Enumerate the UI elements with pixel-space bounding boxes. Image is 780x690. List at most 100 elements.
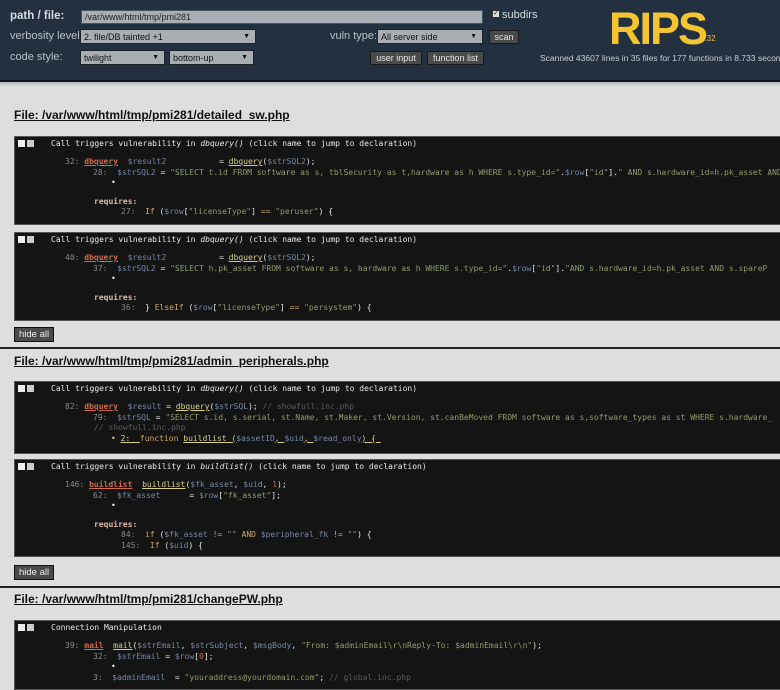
comment: // global.inc.php [329,672,411,682]
dropdown-arrow-icon: ▼ [470,33,477,40]
code-trace: 40: dbquery $result2 = dbquery ($strSQL2)… [15,253,767,314]
code-line: 28: $strSQL2 = "SELECT t.id FROM softwar… [15,168,780,179]
code-style-value: twilight [84,53,112,63]
file-icon[interactable] [18,385,25,392]
requires-label: requires: [94,292,138,302]
code-text: = [155,263,171,273]
function-call[interactable]: dbquery [229,253,263,262]
code-text: ]; [271,490,281,500]
keyword: If [149,540,160,550]
function-list-button[interactable]: function list [427,51,484,65]
function-call[interactable]: dbquery [176,402,210,411]
variable: $strSQL2 [267,157,306,166]
hide-all-button[interactable]: hide all [14,327,55,342]
line-number: 32: [93,651,118,661]
code-line: 39: mail mail($strEmail, $strSubject, $m… [15,641,542,652]
scan-button[interactable]: scan [489,30,519,44]
sink-link[interactable]: dbquery [84,253,118,262]
path-input[interactable]: /var/www/html/tmp/pmi281 [81,10,483,24]
code-text: = [160,490,199,500]
variable: $result2 [127,253,167,262]
string: "id" [589,167,609,177]
minimize-icon[interactable] [27,236,34,243]
line-number: 32: [65,157,85,166]
function-call[interactable]: buildlist [183,434,226,443]
code-trace: 146: buildlist buildlist($fk_asset, $uid… [15,480,372,551]
minimize-icon[interactable] [27,463,34,470]
sink-link[interactable]: mail [84,641,103,650]
minimize-icon[interactable] [27,140,34,147]
minimize-icon[interactable] [27,385,34,392]
code-text: = [150,412,166,422]
section-divider [0,586,780,588]
code-line: 32: $strEmail = $row[0]; [15,652,542,663]
code-text: ] [251,207,261,216]
variable: $row [565,167,585,177]
variable: $fk_asset [117,490,161,500]
keyword: AND [241,530,256,539]
sink-link[interactable]: dbquery [84,402,118,411]
variable: $uid [243,480,263,489]
hide-all-button[interactable]: hide all [14,565,55,580]
title-function[interactable]: buildlist() [200,462,253,471]
section-divider [0,347,780,349]
sink-link[interactable]: dbquery [84,157,118,166]
file-icon[interactable] [18,463,25,470]
file-icon[interactable] [18,140,25,147]
bullet-icon: • [111,178,116,187]
subdirs-checkbox[interactable]: ✓ [492,10,500,18]
user-input-button[interactable]: user input [370,51,422,65]
variable: $row [174,651,195,661]
variable: $uid [169,540,189,550]
file-heading[interactable]: File: /var/www/html/tmp/pmi281/detailed_… [14,108,290,122]
requires-label: requires: [94,519,138,529]
rips-logo: RIPS [609,3,708,54]
file-heading[interactable]: File: /var/www/html/tmp/pmi281/changePW.… [14,592,283,606]
variable: $fk_asset [164,530,208,539]
vulnerability-title: Call triggers vulnerability in buildlist… [51,462,427,471]
code-text: ); [248,402,263,411]
vulnerability-title: Connection Manipulation [51,623,162,632]
header-shadow [0,82,780,87]
title-function[interactable]: dbquery() [200,384,243,393]
code-line: 32: dbquery $result2 = dbquery($strSQL2)… [15,157,780,168]
vuln-type-select[interactable]: All server side ▼ [377,29,483,44]
variable: $strSQL2 [117,167,156,177]
code-text: } [145,303,155,312]
function-call[interactable]: buildlist [142,480,185,489]
code-text: , [233,480,244,489]
variable: $row [198,490,219,500]
code-text: = [155,167,171,177]
variable: $fk_asset [190,480,234,489]
vuln-type-value: All server side [381,32,438,42]
line-number: 36: [121,303,146,312]
file-heading[interactable]: File: /var/www/html/tmp/pmi281/admin_per… [14,354,329,368]
code-line: • [15,501,372,512]
code-text: , [180,641,191,650]
title-function[interactable]: dbquery() [200,139,243,148]
code-style-select[interactable]: twilight ▼ [80,50,165,65]
vulnerability-block: Call triggers vulnerability in dbquery()… [14,232,780,321]
file-icon[interactable] [18,236,25,243]
variable: $read_only [313,433,362,443]
title-text: Connection Manipulation [51,623,162,632]
function-call[interactable]: mail [113,641,132,650]
subdirs-label: subdirs [502,9,538,21]
code-line: 84: if ($fk_asset != "" AND $peripheral_… [15,530,372,541]
title-function[interactable]: dbquery() [200,235,243,244]
code-text: ) { [357,303,372,312]
variable: $strSQL2 [267,253,306,262]
order-select[interactable]: bottom-up ▼ [169,50,254,65]
keyword: != [212,530,223,539]
verbosity-select[interactable]: 2. file/DB tainted +1 ▼ [80,29,256,44]
version-label: 0.32 [700,34,716,43]
function-call[interactable]: dbquery [229,157,263,166]
sink-link[interactable]: buildlist [89,480,132,489]
code-trace: 39: mail mail($strEmail, $strSubject, $m… [15,641,542,683]
line-number: 79: [93,412,118,422]
minimize-icon[interactable] [27,624,34,631]
title-hint: (click name to jump to declaration) [243,384,418,393]
file-icon[interactable] [18,624,25,631]
